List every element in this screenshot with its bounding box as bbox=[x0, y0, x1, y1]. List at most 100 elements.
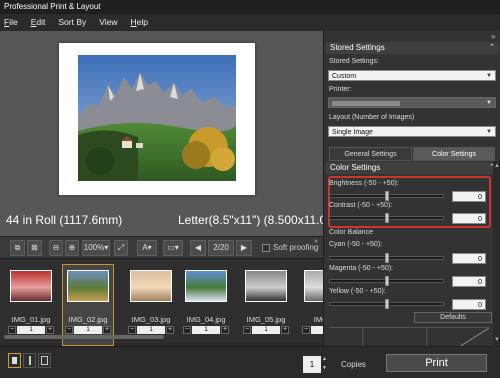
tab-general-settings[interactable]: General Settings bbox=[329, 147, 412, 161]
magenta-input[interactable]: 0 bbox=[452, 276, 486, 287]
menu-bar: File Edit Sort By View Help bbox=[0, 14, 500, 30]
preview-photo[interactable] bbox=[78, 55, 236, 181]
zoom-in-icon[interactable]: ⊕ bbox=[65, 240, 79, 256]
thumbnail-filename: IMG_05.jpg bbox=[246, 315, 286, 324]
preview-toolbar: ⧉ ⊠ ⊖ ⊕ 100%▾ ⤢ A▾ ▭▾ ◀ 2/20 ▶ Soft proo… bbox=[0, 236, 323, 258]
scroll-down-icon[interactable]: ▼ bbox=[494, 337, 500, 343]
soft-proofing-checkbox[interactable] bbox=[262, 244, 270, 252]
yellow-input[interactable]: 0 bbox=[452, 299, 486, 310]
thumbnail-filename: IMG_03.jpg bbox=[131, 315, 171, 324]
status-bar: 1 ▲ ▼ Copies Print bbox=[0, 346, 500, 378]
stored-settings-header-label: Stored Settings bbox=[330, 43, 385, 52]
layout-split-icon[interactable] bbox=[23, 353, 36, 368]
title-bar: Professional Print & Layout bbox=[0, 0, 500, 14]
text-options-icon[interactable]: A▾ bbox=[137, 240, 157, 256]
menu-item-4[interactable]: Help bbox=[131, 17, 148, 27]
increment-icon[interactable]: + bbox=[103, 325, 111, 334]
paper-size-label: Letter(8.5"x11") (8.500x11.000) bbox=[178, 213, 344, 227]
yellow-slider[interactable] bbox=[329, 299, 444, 309]
thumbnail-copies-value[interactable]: 1 bbox=[17, 325, 45, 334]
page-options-icon[interactable]: ▭▾ bbox=[163, 240, 183, 256]
menu-item-2[interactable]: Sort By bbox=[58, 17, 86, 27]
cyan-input[interactable]: 0 bbox=[452, 253, 486, 264]
thumbnail-strip: IMG_01.jpg −1 + IMG_02.jpg −1 + IMG_03.jpg −1 + I… bbox=[0, 258, 348, 346]
print-button[interactable]: Print bbox=[386, 354, 487, 372]
layout-single-icon[interactable] bbox=[8, 353, 21, 368]
decrement-icon[interactable]: − bbox=[302, 325, 310, 334]
contrast-slider-knob[interactable] bbox=[385, 213, 389, 223]
tone-curve-graph bbox=[362, 327, 490, 346]
color-settings-header[interactable]: Color Settings⌃ bbox=[326, 162, 499, 174]
tab-color-settings[interactable]: Color Settings bbox=[413, 147, 495, 161]
increment-icon[interactable]: + bbox=[166, 325, 174, 334]
layout-list-icon[interactable] bbox=[38, 353, 51, 368]
increment-icon[interactable]: + bbox=[46, 325, 54, 334]
menu-item-1[interactable]: Edit bbox=[31, 17, 46, 27]
curve-area bbox=[329, 327, 490, 346]
magenta-slider[interactable] bbox=[329, 276, 444, 286]
thumbnail-image[interactable] bbox=[185, 270, 227, 302]
yellow-slider-knob[interactable] bbox=[385, 299, 389, 309]
stored-settings-header[interactable]: Stored Settings ⌃ bbox=[326, 42, 499, 54]
thumbnail-item[interactable]: IMG_01.jpg −1 + bbox=[6, 265, 56, 345]
stored-settings-label: Stored Settings: bbox=[329, 58, 379, 65]
collapse-panel-icon[interactable]: » bbox=[491, 32, 495, 41]
page-remove-icon[interactable]: ⊠ bbox=[27, 240, 42, 256]
thumbnail-filename: IMG_02.jpg bbox=[68, 315, 108, 324]
increment-icon[interactable]: + bbox=[281, 325, 289, 334]
decrement-icon[interactable]: − bbox=[128, 325, 136, 334]
panel-scrollbar[interactable]: ▲ ▼ bbox=[493, 161, 500, 345]
thumbnail-image[interactable] bbox=[67, 270, 109, 302]
roll-size-label: 44 in Roll (1117.6mm) bbox=[6, 213, 123, 227]
decrement-icon[interactable]: − bbox=[8, 325, 16, 334]
defaults-button[interactable]: Defaults bbox=[414, 312, 492, 323]
layout-select[interactable]: Single Image ▼ bbox=[328, 126, 496, 137]
yellow-label: Yellow (-50 - +50): bbox=[329, 288, 386, 295]
decrement-icon[interactable]: − bbox=[243, 325, 251, 334]
thumbnail-item[interactable]: IMG_03.jpg −1 + bbox=[126, 265, 176, 345]
contrast-input[interactable]: 0 bbox=[452, 213, 486, 224]
collapse-thumbnails-icon[interactable]: » bbox=[314, 238, 318, 245]
fit-page-icon[interactable]: ⤢ bbox=[114, 240, 128, 256]
copies-stepper[interactable]: ▲ ▼ bbox=[322, 355, 327, 373]
brightness-slider-knob[interactable] bbox=[385, 191, 389, 201]
contrast-label: Contrast (-50 - +50): bbox=[329, 202, 393, 209]
thumbnail-item[interactable]: IMG_02.jpg −1 + bbox=[62, 264, 114, 346]
thumbnail-copies-value[interactable]: 1 bbox=[192, 325, 220, 334]
thumbnail-copies-stepper: −1+ bbox=[8, 325, 54, 334]
decrement-icon[interactable]: − bbox=[183, 325, 191, 334]
decrement-icon[interactable]: − bbox=[65, 325, 73, 334]
printer-select[interactable]: ▼ bbox=[328, 97, 496, 108]
thumbnail-copies-value[interactable]: 1 bbox=[137, 325, 165, 334]
magenta-slider-knob[interactable] bbox=[385, 276, 389, 286]
zoom-select[interactable]: 100%▾ bbox=[82, 240, 110, 256]
zoom-out-icon[interactable]: ⊖ bbox=[49, 240, 63, 256]
contrast-slider[interactable] bbox=[329, 213, 444, 223]
page-add-icon[interactable]: ⧉ bbox=[10, 240, 25, 256]
paper-sheet[interactable] bbox=[59, 43, 255, 195]
thumbnail-copies-value[interactable]: 1 bbox=[252, 325, 280, 334]
previous-page-button[interactable]: ◀ bbox=[190, 240, 206, 256]
preview-area: 44 in Roll (1117.6mm) Letter(8.5"x11") (… bbox=[0, 31, 344, 236]
next-page-button[interactable]: ▶ bbox=[236, 240, 252, 256]
thumbnail-item[interactable]: IMG_05.jpg −1 + bbox=[241, 265, 291, 345]
color-balance-label: Color Balance bbox=[329, 229, 373, 236]
thumbnail-item[interactable]: IMG_04.jpg −1 + bbox=[181, 265, 231, 345]
thumbnail-image[interactable] bbox=[10, 270, 52, 302]
cyan-slider[interactable] bbox=[329, 253, 444, 263]
thumbnail-copies-value[interactable]: 1 bbox=[74, 325, 102, 334]
thumbnail-image[interactable] bbox=[130, 270, 172, 302]
scroll-up-icon[interactable]: ▲ bbox=[494, 163, 500, 169]
cyan-slider-knob[interactable] bbox=[385, 253, 389, 263]
chevron-up-icon: ⌃ bbox=[489, 44, 495, 51]
menu-item-0[interactable]: File bbox=[4, 17, 18, 27]
stored-settings-select[interactable]: Custom ▼ bbox=[328, 70, 496, 81]
brightness-input[interactable]: 0 bbox=[452, 191, 486, 202]
thumbnail-image[interactable] bbox=[245, 270, 287, 302]
brightness-slider[interactable] bbox=[329, 191, 444, 201]
thumbnail-scrollbar[interactable] bbox=[4, 335, 164, 339]
soft-proofing-label: Soft proofing bbox=[273, 243, 319, 252]
copies-input[interactable]: 1 bbox=[303, 356, 321, 373]
increment-icon[interactable]: + bbox=[221, 325, 229, 334]
menu-item-3[interactable]: View bbox=[99, 17, 117, 27]
